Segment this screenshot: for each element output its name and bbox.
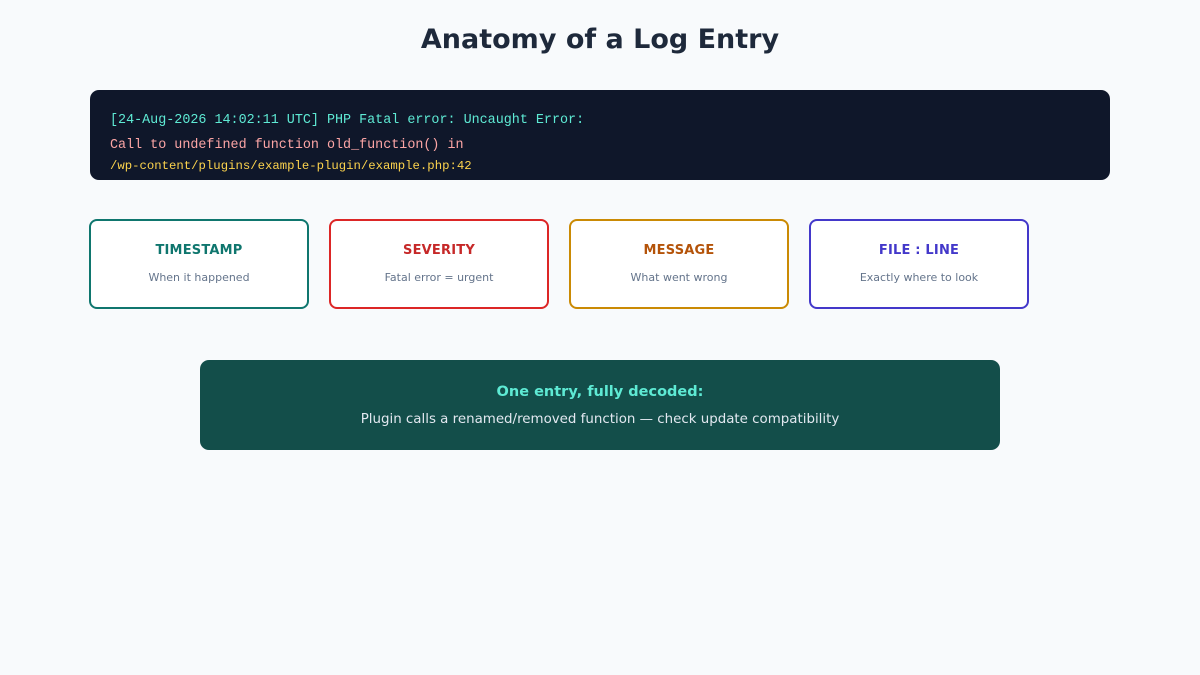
page-title: Anatomy of a Log Entry [420, 24, 780, 55]
message-card-description: What went wrong [630, 271, 728, 284]
summary-box: One entry, fully decoded: Plugin calls a… [200, 360, 1000, 450]
file-line-card: FILE : LINE Exactly where to look [809, 219, 1029, 309]
log-line-message: Call to undefined function old_function(… [110, 138, 464, 153]
message-card-title: MESSAGE [643, 243, 715, 258]
severity-card-description: Fatal error = urgent [384, 271, 494, 284]
log-line-timestamp-severity: [24-Aug-2026 14:02:11 UTC] PHP Fatal err… [110, 113, 585, 128]
timestamp-card-description: When it happened [148, 271, 250, 284]
log-entry-box: [24-Aug-2026 14:02:11 UTC] PHP Fatal err… [90, 90, 1110, 180]
file-line-card-description: Exactly where to look [859, 271, 979, 284]
severity-card-title: SEVERITY [403, 243, 475, 258]
timestamp-card-title: TIMESTAMP [155, 243, 243, 258]
timestamp-card: TIMESTAMP When it happened [89, 219, 309, 309]
message-card: MESSAGE What went wrong [569, 219, 789, 309]
log-line-file: /wp-content/plugins/example-plugin/examp… [110, 159, 472, 173]
summary-title: One entry, fully decoded: [496, 384, 704, 400]
severity-card: SEVERITY Fatal error = urgent [329, 219, 549, 309]
summary-text: Plugin calls a renamed/removed function … [360, 412, 840, 427]
file-line-card-title: FILE : LINE [878, 243, 960, 258]
